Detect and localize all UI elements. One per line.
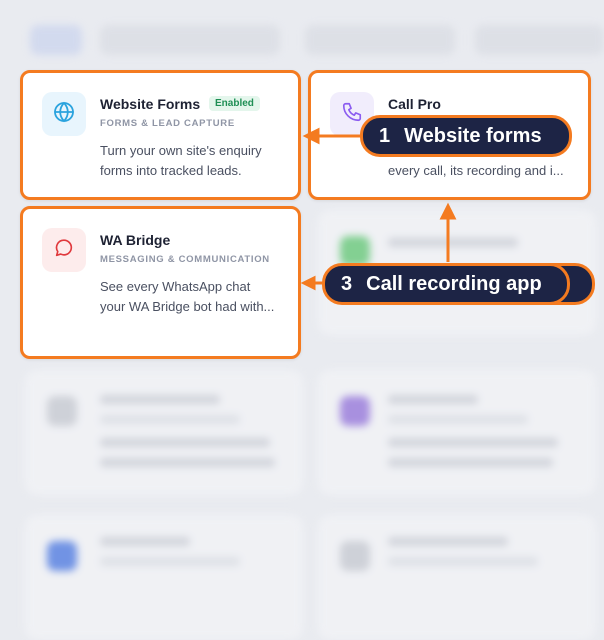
callout-call-recording-app: 3 Call recording app [322,263,570,305]
arrowhead-left [302,127,320,145]
arrowhead-left [300,275,316,291]
callout-website-forms: 1 Website forms [360,115,572,157]
callout-number: 3 [341,272,353,295]
callout-label: Website forms [404,124,542,147]
arrowhead-up [439,202,457,220]
callout-number: 1 [379,124,391,147]
callout-label: Call recording app [366,272,542,295]
